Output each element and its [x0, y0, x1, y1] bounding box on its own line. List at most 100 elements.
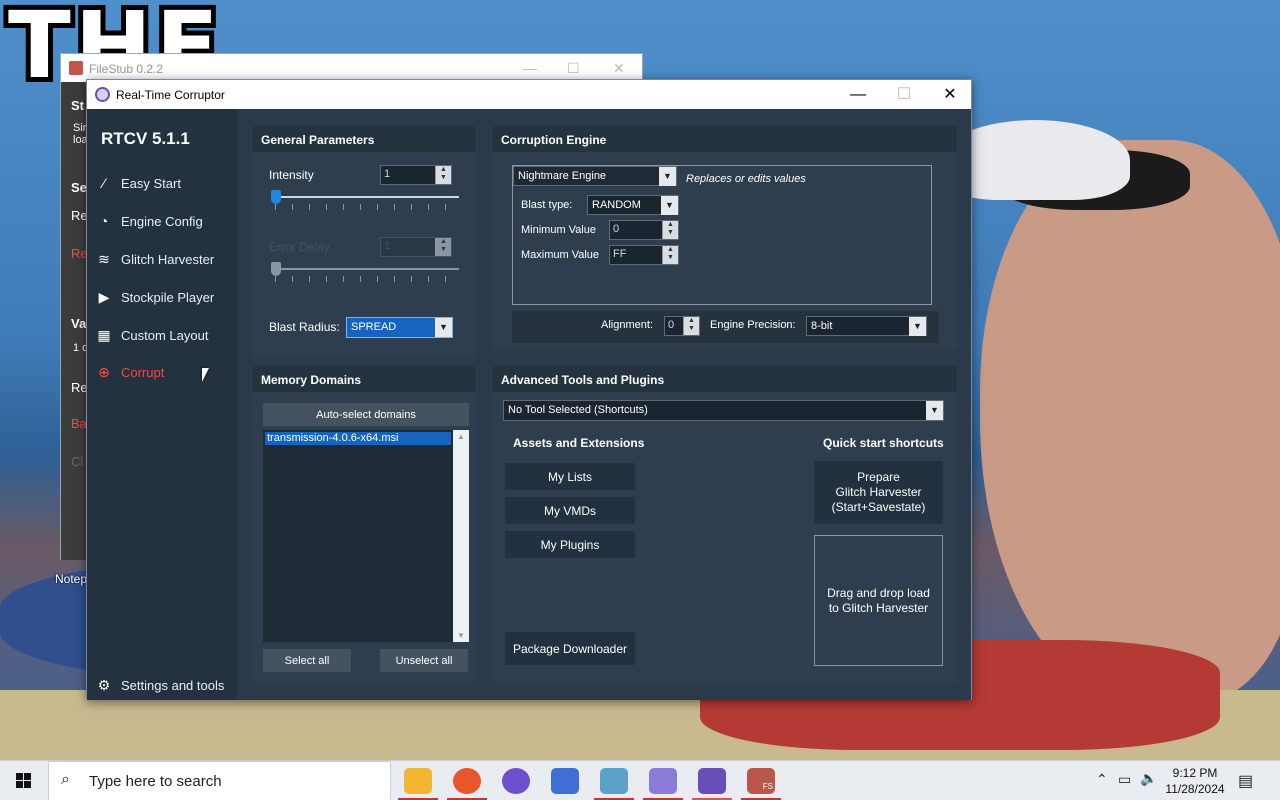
- intensity-label: Intensity: [269, 168, 314, 182]
- filestub-close-button[interactable]: ✕: [613, 60, 625, 77]
- my-plugins-button[interactable]: My Plugins: [505, 531, 635, 558]
- nav-label: Easy Start: [121, 175, 181, 191]
- maximum-value: FF: [613, 248, 627, 260]
- wand-icon: ⁄: [102, 175, 106, 191]
- app-purple-icon[interactable]: [502, 768, 530, 794]
- clock-time: 9:12 PM: [1172, 766, 1218, 780]
- engine-select[interactable]: Nightmare Engine ▼: [513, 166, 677, 186]
- filestub-fragment: Va: [71, 316, 87, 331]
- crosshair-icon: ⊕: [98, 363, 110, 380]
- maximize-button[interactable]: ☐: [881, 80, 927, 109]
- filestub-icon[interactable]: FS: [747, 768, 775, 794]
- minimum-value-input[interactable]: 0 ▲ ▼: [609, 220, 679, 240]
- nav-glitch-harvester[interactable]: ≋ Glitch Harvester: [95, 244, 237, 274]
- package-downloader-button[interactable]: Package Downloader: [505, 632, 635, 665]
- desktop-icon-notepad-label[interactable]: Notep: [55, 572, 87, 586]
- alignment-input[interactable]: 0 ▲ ▼: [664, 316, 700, 336]
- file-explorer-icon[interactable]: [404, 768, 432, 794]
- game-controller-icon[interactable]: [551, 768, 579, 794]
- notepad-icon[interactable]: [600, 768, 628, 794]
- maximum-value-spinner[interactable]: ▲ ▼: [662, 246, 678, 264]
- my-vmds-button[interactable]: My VMDs: [505, 497, 635, 524]
- error-delay-spinner[interactable]: ▲ ▼: [435, 238, 451, 256]
- volume-muted-icon[interactable]: 🔈: [1140, 770, 1157, 787]
- nav-settings[interactable]: ⚙ Settings and tools: [95, 670, 237, 700]
- taskbar-clock[interactable]: 9:12 PM 11/28/2024: [1160, 765, 1230, 797]
- unselect-all-button[interactable]: Unselect all: [380, 649, 468, 672]
- nav-easy-start[interactable]: ⁄ Easy Start: [95, 168, 237, 198]
- intensity-slider[interactable]: [271, 190, 459, 204]
- blast-radius-select[interactable]: SPREAD ▼: [346, 317, 453, 338]
- filestub-app-icon: [69, 61, 83, 75]
- panel-title: Memory Domains: [253, 366, 475, 392]
- error-delay-input[interactable]: 1 ▲ ▼: [380, 237, 452, 257]
- gauge-icon: ◔: [99, 213, 109, 229]
- panel-title: Advanced Tools and Plugins: [493, 366, 957, 392]
- taskbar-search[interactable]: ⌕ Type here to search: [48, 761, 391, 800]
- minimize-button[interactable]: —: [835, 80, 881, 109]
- alignment-spinner[interactable]: ▲ ▼: [683, 317, 699, 335]
- filestub-fragment: Ba: [71, 416, 87, 431]
- nav-engine-config[interactable]: ◔ Engine Config: [95, 206, 237, 236]
- engine-precision-select[interactable]: 8-bit ▼: [806, 316, 927, 336]
- intensity-slider-thumb[interactable]: [271, 190, 281, 204]
- intensity-spinner[interactable]: ▲ ▼: [435, 166, 451, 184]
- nav-corrupt[interactable]: ⊕ Corrupt: [95, 357, 237, 387]
- play-icon: ▶: [98, 288, 110, 305]
- panel-title: Corruption Engine: [493, 126, 957, 152]
- intensity-input[interactable]: 1 ▲ ▼: [380, 165, 452, 185]
- start-button[interactable]: [0, 761, 48, 800]
- blast-type-select[interactable]: RANDOM ▼: [587, 195, 679, 215]
- chevron-up-icon[interactable]: ⌃: [1096, 771, 1108, 788]
- gear-icon: ⚙: [97, 676, 111, 693]
- notification-icon[interactable]: ▤: [1238, 771, 1253, 791]
- close-button[interactable]: ✕: [927, 80, 973, 109]
- maximum-value-input[interactable]: FF ▲ ▼: [609, 245, 679, 265]
- network-icon[interactable]: ▭: [1118, 771, 1131, 788]
- engine-precision-label: Engine Precision:: [710, 319, 796, 331]
- glasses-icon[interactable]: [649, 768, 677, 794]
- error-delay-slider-thumb[interactable]: [271, 262, 281, 276]
- nav-label: Custom Layout: [121, 327, 209, 343]
- blast-type-value: RANDOM: [592, 199, 641, 211]
- minimum-value-label: Minimum Value: [521, 224, 596, 236]
- nav-custom-layout[interactable]: ▦ Custom Layout: [95, 320, 237, 350]
- my-lists-button[interactable]: My Lists: [505, 463, 635, 490]
- intensity-value: 1: [384, 168, 391, 180]
- maximum-value-label: Maximum Value: [521, 249, 600, 261]
- prepare-glitch-harvester-button[interactable]: Prepare Glitch Harvester (Start+Savestat…: [814, 461, 943, 524]
- chevron-down-icon: ▼: [435, 318, 452, 337]
- nav-label: Stockpile Player: [121, 289, 215, 305]
- layers-icon: ≋: [98, 250, 110, 267]
- memory-domains-list[interactable]: transmission-4.0.6-x64.msi ▲ ▼: [263, 430, 469, 642]
- engine-description: Replaces or edits values: [686, 173, 806, 185]
- select-all-button[interactable]: Select all: [263, 649, 351, 672]
- error-delay-value: 1: [384, 240, 391, 252]
- rtcv-titlebar[interactable]: Real-Time Corruptor — ☐ ✕: [87, 80, 971, 109]
- minimum-value-spinner[interactable]: ▲ ▼: [662, 221, 678, 239]
- filestub-title: FileStub 0.2.2: [89, 62, 164, 76]
- scroll-up-icon[interactable]: ▲: [457, 432, 465, 441]
- scroll-down-icon[interactable]: ▼: [457, 631, 465, 640]
- search-placeholder: Type here to search: [89, 773, 222, 790]
- drag-drop-zone[interactable]: Drag and drop load to Glitch Harvester: [814, 535, 943, 666]
- filestub-minimize-button[interactable]: —: [523, 60, 537, 76]
- firefox-icon[interactable]: [453, 768, 481, 794]
- filestub-titlebar[interactable]: FileStub 0.2.2 — ☐ ✕: [61, 54, 642, 82]
- list-scrollbar[interactable]: ▲ ▼: [453, 430, 469, 642]
- filestub-maximize-button[interactable]: ☐: [567, 60, 580, 77]
- rtcv-window[interactable]: Real-Time Corruptor — ☐ ✕ RTCV 5.1.1 ⁄ Ea…: [86, 79, 972, 700]
- nav-stockpile-player[interactable]: ▶ Stockpile Player: [95, 282, 237, 312]
- error-delay-slider[interactable]: [271, 262, 459, 276]
- button-line: Glitch Harvester: [835, 485, 922, 499]
- chevron-down-icon: ▼: [926, 401, 943, 420]
- rtcv-icon[interactable]: [698, 768, 726, 794]
- wallpaper-figure-face: [980, 140, 1280, 700]
- corruption-engine-panel: Corruption Engine Nightmare Engine ▼ Rep…: [493, 126, 957, 349]
- auto-select-domains-button[interactable]: Auto-select domains: [263, 403, 469, 426]
- tool-value: No Tool Selected (Shortcuts): [508, 404, 648, 416]
- assets-title: Assets and Extensions: [513, 436, 645, 450]
- cursor-pointer-icon: [202, 368, 215, 382]
- tool-select[interactable]: No Tool Selected (Shortcuts) ▼: [503, 400, 944, 421]
- list-item[interactable]: transmission-4.0.6-x64.msi: [265, 432, 451, 445]
